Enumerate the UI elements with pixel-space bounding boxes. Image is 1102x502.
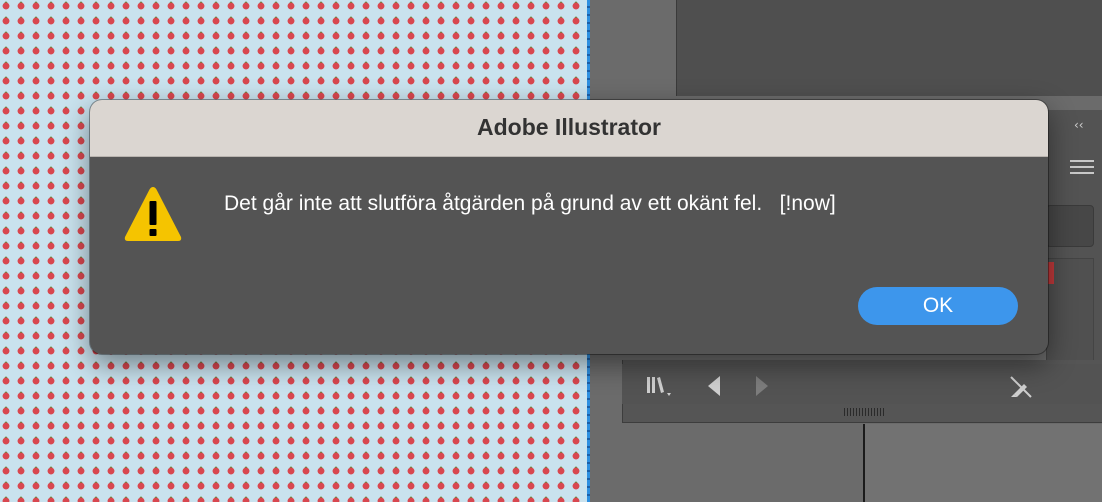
warning-icon: [122, 184, 184, 244]
panel-top-area: [676, 0, 1102, 96]
lower-panel-left: [622, 424, 863, 502]
brush-remove-icon[interactable]: [1008, 374, 1034, 400]
collapse-panel-button[interactable]: ‹‹: [1074, 118, 1084, 132]
next-icon[interactable]: [752, 374, 772, 398]
dialog-title: Adobe Illustrator: [476, 114, 661, 140]
previous-icon[interactable]: [704, 374, 724, 398]
alert-dialog: Adobe Illustrator Det går inte att slutf…: [90, 100, 1048, 354]
dialog-message: Det går inte att slutföra åtgärden på gr…: [224, 192, 836, 215]
ok-button[interactable]: OK: [858, 287, 1018, 325]
libraries-icon[interactable]: [646, 375, 676, 397]
panel-menu-icon[interactable]: [1070, 160, 1094, 174]
dialog-titlebar[interactable]: Adobe Illustrator: [90, 100, 1048, 157]
panel-resize-grip[interactable]: [844, 408, 884, 416]
lower-panel-right: [865, 424, 1102, 502]
panel-search-field[interactable]: [1046, 205, 1094, 247]
